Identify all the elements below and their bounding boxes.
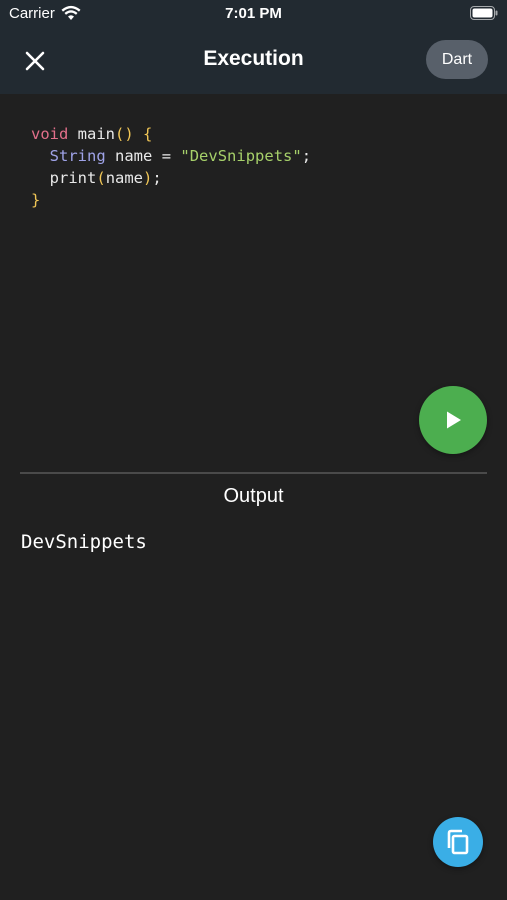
code-token: void [31,125,69,143]
language-selector-button[interactable]: Dart [426,40,488,79]
play-icon [447,411,461,429]
copy-icon [447,829,469,855]
code-token: = [161,147,172,165]
status-bar: Carrier 7:01 PM [0,0,507,28]
code-token: "DevSnippets" [180,147,302,165]
code-text[interactable]: void main() { String name = "DevSnippets… [31,123,311,211]
battery-icon [470,6,498,20]
divider [20,472,487,474]
copy-button[interactable] [433,817,483,867]
run-button[interactable] [419,386,487,454]
code-token: name [105,169,144,187]
code-token: main [77,125,115,143]
code-token: name [115,147,153,165]
code-token: ; [301,147,312,165]
output-text: DevSnippets [21,531,147,553]
code-token: String [49,147,106,165]
status-time: 7:01 PM [225,5,282,22]
code-token: ) [143,169,153,187]
output-title: Output [223,485,284,507]
code-token: { [143,125,153,143]
code-token: ( [96,169,106,187]
code-token: } [31,191,41,209]
code-token: () [115,125,134,143]
code-token: ; [152,169,162,187]
app-header: Carrier 7:01 PM Execution Dart [0,0,507,94]
code-token: print [49,169,97,187]
